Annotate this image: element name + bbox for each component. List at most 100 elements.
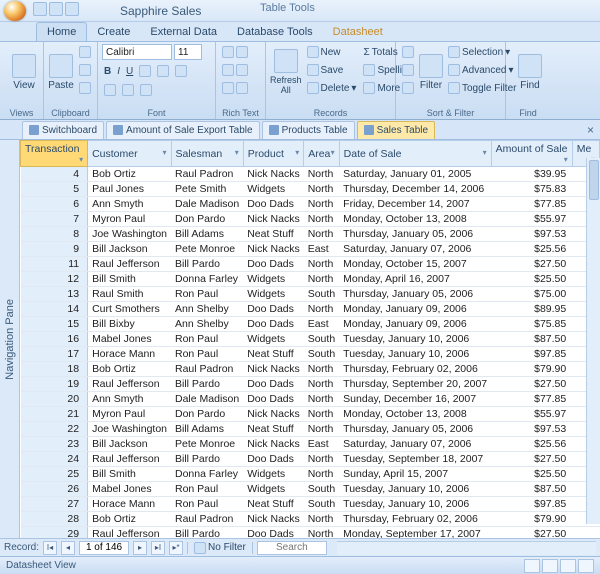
cell-area[interactable]: North: [304, 167, 339, 182]
cell-product[interactable]: Nick Nacks: [243, 437, 304, 452]
cell-amount[interactable]: $87.50: [491, 332, 572, 347]
column-header-area[interactable]: Area▾: [304, 141, 339, 167]
cell-salesman[interactable]: Don Pardo: [171, 407, 243, 422]
cell-transaction[interactable]: 27: [21, 497, 88, 512]
table-row[interactable]: 18Bob OrtizRaul PadronNick NacksNorthThu…: [21, 362, 600, 377]
cell-product[interactable]: Nick Nacks: [243, 512, 304, 527]
cell-customer[interactable]: Bill Smith: [88, 272, 171, 287]
cell-product[interactable]: Doo Dads: [243, 257, 304, 272]
cell-salesman[interactable]: Ron Paul: [171, 332, 243, 347]
cell-amount[interactable]: $87.50: [491, 482, 572, 497]
view-button[interactable]: View: [4, 44, 44, 100]
cell-date[interactable]: Monday, October 15, 2007: [339, 257, 491, 272]
filter-button[interactable]: Filter: [419, 44, 443, 100]
cell-customer[interactable]: Mabel Jones: [88, 332, 171, 347]
cell-area[interactable]: North: [304, 302, 339, 317]
table-row[interactable]: 26Mabel JonesRon PaulWidgetsSouthTuesday…: [21, 482, 600, 497]
record-position-input[interactable]: [79, 541, 129, 555]
cell-area[interactable]: North: [304, 467, 339, 482]
table-row[interactable]: 25Bill SmithDonna FarleyWidgetsNorthSund…: [21, 467, 600, 482]
cell-date[interactable]: Sunday, December 16, 2007: [339, 392, 491, 407]
cell-salesman[interactable]: Ron Paul: [171, 497, 243, 512]
table-row[interactable]: 15Bill BixbyAnn ShelbyDoo DadsEastMonday…: [21, 317, 600, 332]
table-row[interactable]: 14Curt SmothersAnn ShelbyDoo DadsNorthMo…: [21, 302, 600, 317]
table-row[interactable]: 27Horace MannRon PaulNeat StuffSouthTues…: [21, 497, 600, 512]
table-row[interactable]: 21Myron PaulDon PardoNick NacksNorthMond…: [21, 407, 600, 422]
table-row[interactable]: 29Raul JeffersonBill PardoDoo DadsNorthM…: [21, 527, 600, 539]
refresh-all-button[interactable]: Refresh All: [270, 44, 302, 100]
view-design-button[interactable]: [578, 559, 594, 573]
copy-button[interactable]: [77, 62, 93, 78]
cell-salesman[interactable]: Bill Pardo: [171, 527, 243, 539]
table-row[interactable]: 11Raul JeffersonBill PardoDoo DadsNorthM…: [21, 257, 600, 272]
sort-desc-button[interactable]: [400, 62, 416, 78]
view-pivot-button[interactable]: [542, 559, 558, 573]
doctab-switchboard[interactable]: Switchboard: [22, 121, 104, 139]
cell-area[interactable]: North: [304, 407, 339, 422]
cell-area[interactable]: North: [304, 182, 339, 197]
paste-button[interactable]: Paste: [48, 44, 74, 100]
no-filter-indicator[interactable]: No Filter: [192, 540, 248, 556]
gridlines-button[interactable]: [138, 82, 154, 98]
cell-salesman[interactable]: Ann Shelby: [171, 317, 243, 332]
cell-salesman[interactable]: Raul Padron: [171, 362, 243, 377]
cell-customer[interactable]: Ann Smyth: [88, 392, 171, 407]
horizontal-scrollbar[interactable]: [337, 541, 596, 555]
cell-transaction[interactable]: 6: [21, 197, 88, 212]
cell-salesman[interactable]: Bill Pardo: [171, 452, 243, 467]
cell-product[interactable]: Nick Nacks: [243, 167, 304, 182]
cell-amount[interactable]: $75.00: [491, 287, 572, 302]
cell-transaction[interactable]: 5: [21, 182, 88, 197]
table-row[interactable]: 16Mabel JonesRon PaulWidgetsSouthTuesday…: [21, 332, 600, 347]
cell-product[interactable]: Nick Nacks: [243, 242, 304, 257]
cell-date[interactable]: Tuesday, September 18, 2007: [339, 452, 491, 467]
cell-salesman[interactable]: Dale Madison: [171, 392, 243, 407]
cell-date[interactable]: Saturday, January 07, 2006: [339, 437, 491, 452]
cell-date[interactable]: Thursday, February 02, 2006: [339, 362, 491, 377]
cell-customer[interactable]: Raul Jefferson: [88, 257, 171, 272]
underline-button[interactable]: U: [124, 63, 135, 79]
cell-area[interactable]: North: [304, 512, 339, 527]
cell-area[interactable]: North: [304, 527, 339, 539]
cell-date[interactable]: Saturday, January 07, 2006: [339, 242, 491, 257]
font-name-combo[interactable]: Calibri: [102, 44, 172, 60]
cell-date[interactable]: Monday, January 09, 2006: [339, 317, 491, 332]
cell-date[interactable]: Monday, October 13, 2008: [339, 407, 491, 422]
cell-amount[interactable]: $55.97: [491, 407, 572, 422]
office-button[interactable]: [4, 1, 26, 21]
cell-area[interactable]: South: [304, 347, 339, 362]
cell-salesman[interactable]: Donna Farley: [171, 467, 243, 482]
tab-database-tools[interactable]: Database Tools: [227, 23, 323, 41]
cell-area[interactable]: North: [304, 272, 339, 287]
table-row[interactable]: 20Ann SmythDale MadisonDoo DadsNorthSund…: [21, 392, 600, 407]
first-record-button[interactable]: I◂: [43, 541, 57, 555]
cell-area[interactable]: South: [304, 497, 339, 512]
cell-amount[interactable]: $79.90: [491, 362, 572, 377]
cell-transaction[interactable]: 14: [21, 302, 88, 317]
table-row[interactable]: 22Joe WashingtonBill AdamsNeat StuffNort…: [21, 422, 600, 437]
cell-salesman[interactable]: Ron Paul: [171, 287, 243, 302]
cell-salesman[interactable]: Bill Pardo: [171, 377, 243, 392]
cell-transaction[interactable]: 17: [21, 347, 88, 362]
cell-salesman[interactable]: Ron Paul: [171, 347, 243, 362]
navigation-pane-toggle[interactable]: Navigation Pane: [0, 140, 20, 538]
cell-amount[interactable]: $77.85: [491, 392, 572, 407]
column-header-transaction[interactable]: Transaction▾: [21, 141, 88, 167]
next-record-button[interactable]: ▸: [133, 541, 147, 555]
table-row[interactable]: 19Raul JeffersonBill PardoDoo DadsNorthT…: [21, 377, 600, 392]
font-color-button[interactable]: [102, 82, 118, 98]
cell-customer[interactable]: Bob Ortiz: [88, 362, 171, 377]
cell-date[interactable]: Monday, October 13, 2008: [339, 212, 491, 227]
find-button[interactable]: Find: [510, 44, 550, 100]
cell-product[interactable]: Widgets: [243, 332, 304, 347]
table-row[interactable]: 17Horace MannRon PaulNeat StuffSouthTues…: [21, 347, 600, 362]
view-datasheet-button[interactable]: [524, 559, 540, 573]
cell-amount[interactable]: $89.95: [491, 302, 572, 317]
vertical-scrollbar[interactable]: [586, 158, 600, 524]
cell-area[interactable]: North: [304, 227, 339, 242]
cell-date[interactable]: Thursday, January 05, 2006: [339, 422, 491, 437]
cell-product[interactable]: Nick Nacks: [243, 407, 304, 422]
cell-customer[interactable]: Bill Jackson: [88, 437, 171, 452]
cell-product[interactable]: Doo Dads: [243, 377, 304, 392]
cell-date[interactable]: Monday, April 16, 2007: [339, 272, 491, 287]
